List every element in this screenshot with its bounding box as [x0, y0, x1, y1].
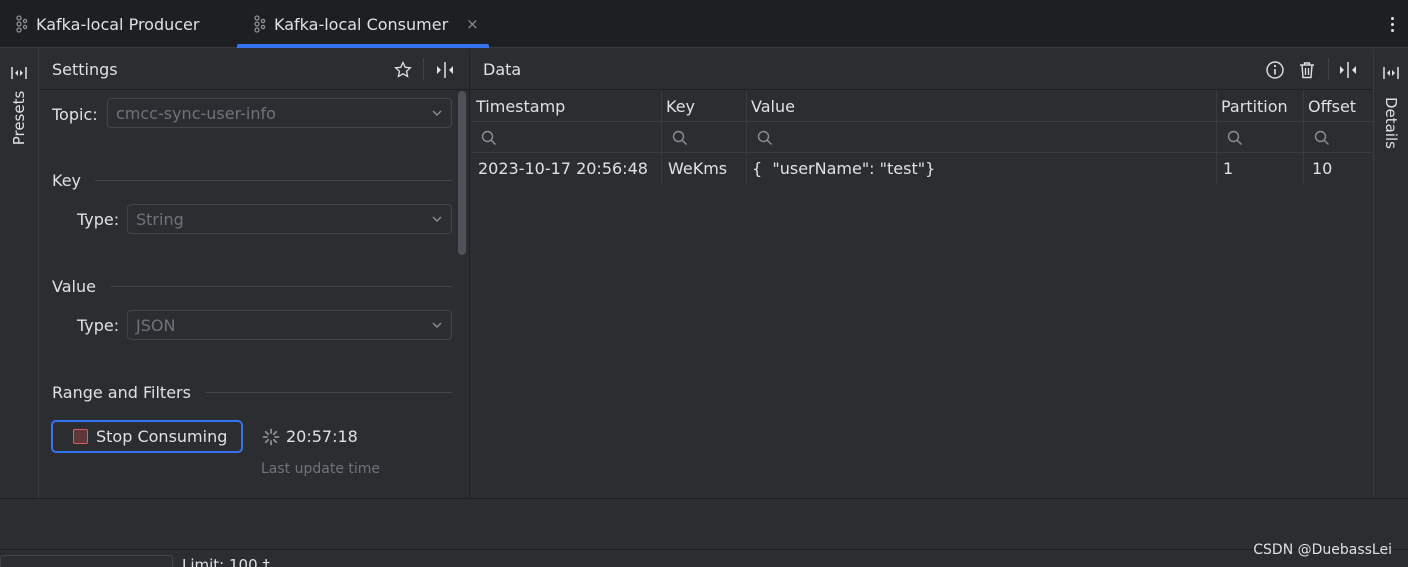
key-type-label: Type:: [77, 210, 120, 229]
right-tool-strip: Details: [1373, 49, 1408, 498]
column-header-timestamp[interactable]: Timestamp: [476, 91, 565, 122]
tab-kafka-consumer[interactable]: Kafka-local Consumer ×: [252, 0, 479, 48]
settings-panel: Settings Topic: cmcc-sync-user-info Key …: [40, 49, 470, 498]
watermark: CSDN @DuebassLei: [1253, 542, 1392, 558]
presets-toggle[interactable]: Presets: [10, 91, 28, 146]
limit-label[interactable]: Limit: 100 ‡: [182, 556, 270, 567]
limit-input[interactable]: [0, 555, 173, 567]
details-toggle[interactable]: Details: [1382, 97, 1400, 149]
search-icon: [1227, 130, 1242, 145]
tab-bar: Kafka-local Producer Kafka-local Consume…: [0, 0, 1408, 48]
value-section: Value: [52, 276, 452, 296]
chevron-down-icon: [432, 216, 442, 222]
trash-icon[interactable]: [1297, 60, 1317, 80]
chevron-down-icon: [432, 110, 442, 116]
stop-consuming-label: Stop Consuming: [96, 427, 228, 446]
tab-label: Kafka-local Producer: [36, 14, 200, 34]
column-header-key[interactable]: Key: [666, 91, 695, 122]
search-icon: [481, 130, 496, 145]
presets-icon[interactable]: [10, 65, 28, 81]
active-tab-indicator: [237, 44, 489, 48]
value-filter[interactable]: [747, 122, 773, 153]
column-header-partition[interactable]: Partition: [1221, 91, 1288, 122]
left-tool-strip: Presets: [0, 49, 39, 498]
value-section-title: Value: [52, 276, 96, 296]
search-icon: [672, 130, 687, 145]
info-icon[interactable]: [1265, 60, 1285, 80]
bottom-panel: [0, 498, 1408, 550]
key-filter[interactable]: [662, 122, 688, 153]
tab-kafka-producer[interactable]: Kafka-local Producer: [14, 0, 199, 48]
tab-label: Kafka-local Consumer: [274, 14, 449, 34]
stop-icon: [73, 429, 88, 444]
split-panel-icon[interactable]: [1338, 61, 1358, 79]
cell-key: WeKms: [668, 159, 728, 178]
search-icon: [757, 130, 772, 145]
kafka-icon: [254, 15, 266, 33]
key-type-select[interactable]: String: [127, 204, 452, 234]
topic-label: Topic:: [52, 105, 98, 124]
header-divider: [423, 58, 424, 80]
cell-value: { "userName": "test"}: [752, 159, 936, 178]
chevron-down-icon: [432, 322, 442, 328]
value-type-value: JSON: [136, 315, 176, 335]
table-header-row: Timestamp Key Value Partition Offset: [471, 91, 1373, 122]
key-section-title: Key: [52, 170, 82, 190]
offset-filter[interactable]: [1304, 122, 1330, 153]
data-header: Data: [471, 49, 1373, 90]
last-update-value: 20:57:18: [286, 427, 358, 446]
last-update-caption: Last update time: [261, 461, 381, 477]
column-header-value[interactable]: Value: [751, 91, 795, 122]
settings-scrollbar[interactable]: [458, 91, 466, 255]
cell-partition: 1: [1223, 159, 1234, 178]
kafka-consumer-window: Kafka-local Producer Kafka-local Consume…: [0, 0, 1408, 567]
stop-consuming-button[interactable]: Stop Consuming: [51, 420, 243, 453]
range-filters-title: Range and Filters: [52, 382, 191, 402]
table-filter-row: [471, 122, 1373, 153]
timestamp-filter[interactable]: [471, 122, 497, 153]
more-options-icon[interactable]: [1384, 10, 1400, 38]
settings-title: Settings: [52, 60, 118, 79]
range-filters-section: Range and Filters: [52, 382, 452, 402]
kafka-icon: [16, 15, 28, 33]
header-divider: [1328, 58, 1329, 80]
value-type-label: Type:: [77, 316, 120, 335]
table-row[interactable]: 2023-10-17 20:56:48 WeKms { "userName": …: [471, 153, 1373, 184]
last-update-row: 20:57:18: [262, 427, 358, 446]
topic-select[interactable]: cmcc-sync-user-info: [107, 98, 452, 128]
star-icon[interactable]: [394, 61, 412, 79]
split-panel-icon[interactable]: [435, 61, 455, 79]
details-icon[interactable]: [1382, 65, 1400, 81]
settings-header: Settings: [40, 49, 469, 90]
search-icon: [1314, 130, 1329, 145]
messages-table: Timestamp Key Value Partition Offset 202…: [471, 91, 1373, 184]
column-header-offset[interactable]: Offset: [1308, 91, 1356, 122]
key-type-value: String: [136, 209, 184, 229]
data-title: Data: [483, 60, 522, 79]
topic-value: cmcc-sync-user-info: [116, 103, 276, 123]
key-section: Key: [52, 170, 452, 190]
cell-offset: 10: [1312, 159, 1333, 178]
cell-timestamp: 2023-10-17 20:56:48: [478, 159, 648, 178]
value-type-select[interactable]: JSON: [127, 310, 452, 340]
data-panel: Data Timestamp Key Value Partition Offse…: [471, 49, 1373, 498]
spinner-icon: [262, 428, 280, 445]
partition-filter[interactable]: [1217, 122, 1243, 153]
close-tab-icon[interactable]: ×: [466, 15, 479, 33]
